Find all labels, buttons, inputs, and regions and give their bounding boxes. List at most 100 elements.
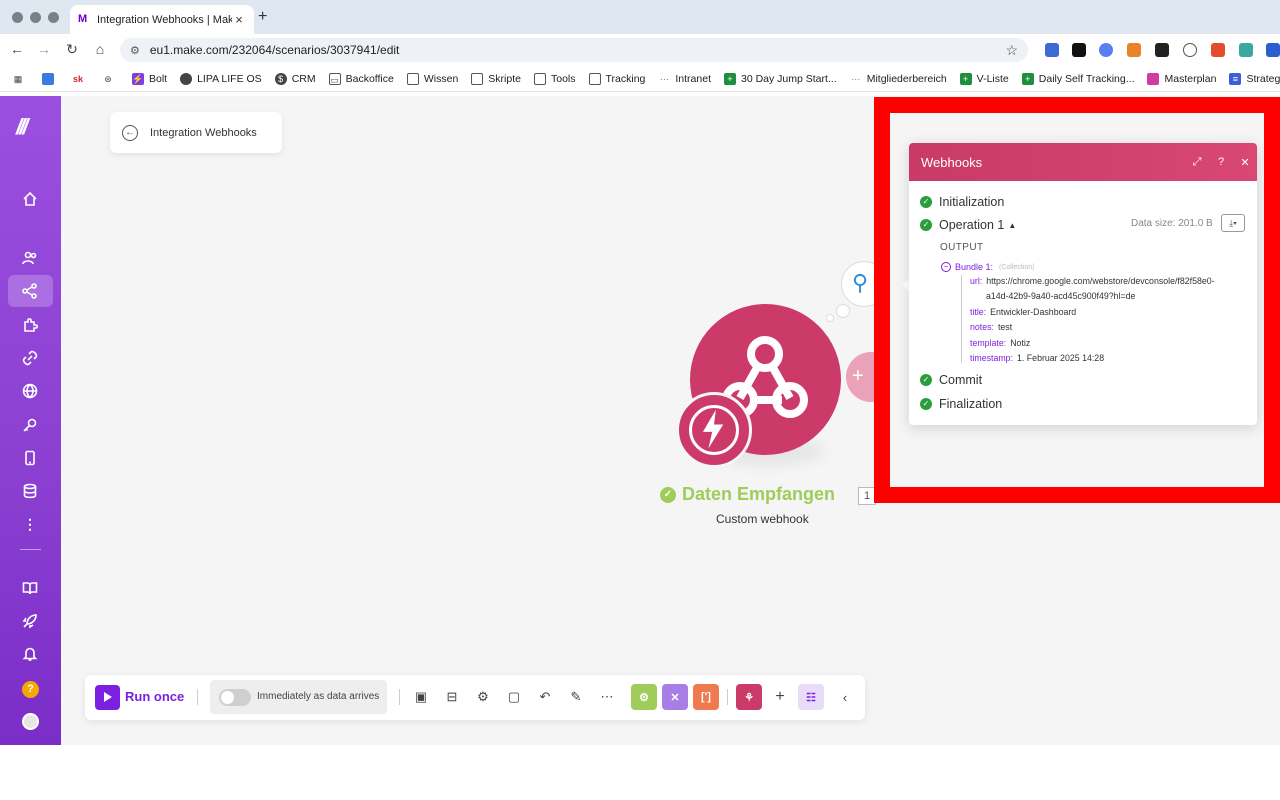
note-icon[interactable]: ▢ — [504, 687, 524, 707]
field-timestamp: timestamp: 1. Februar 2025 14:28 — [970, 353, 1105, 363]
run-once-button[interactable] — [95, 685, 120, 710]
extension-icon[interactable] — [1072, 43, 1086, 57]
toolbar-divider — [399, 689, 400, 705]
scenario-back-button[interactable]: ← Integration Webhooks — [110, 112, 282, 153]
rocket-icon[interactable] — [19, 610, 41, 632]
tab-close-icon[interactable]: × — [232, 12, 246, 27]
text-parser-button[interactable]: ['] — [693, 684, 719, 710]
bookmark-wissen[interactable]: Wissen — [406, 72, 458, 85]
more-options-icon[interactable]: ⋯ — [597, 687, 617, 707]
bookmark-lipa[interactable]: LIPA LIFE OS — [180, 72, 262, 85]
check-circle-icon: ✓ — [920, 374, 932, 386]
scenario-name: Integration Webhooks — [150, 126, 257, 139]
magic-wand-icon[interactable]: ✎ — [566, 687, 586, 707]
help-panel-icon[interactable]: ? — [1209, 156, 1233, 168]
more-icon[interactable]: ⋮ — [19, 513, 41, 535]
close-window-icon[interactable] — [12, 12, 23, 23]
bookmark-star-icon[interactable]: ☆ — [1005, 42, 1018, 59]
bookmark-favicon[interactable] — [42, 72, 59, 85]
book-icon[interactable] — [19, 577, 41, 599]
reload-icon[interactable]: ↻ — [63, 41, 81, 58]
flow-control-button[interactable]: ✕ — [662, 684, 688, 710]
bookmarks-bar: ▦ sk ⊛ ⚡ Bolt LIPA LIFE OS $ CRM ▭ Backoffi… — [0, 66, 1280, 92]
key-icon[interactable] — [19, 414, 41, 436]
collapse-icon: − — [941, 262, 951, 272]
bookmark-v-liste[interactable]: + V-Liste — [959, 72, 1009, 85]
check-circle-icon: ✓ — [920, 219, 932, 231]
save-icon[interactable]: ▣ — [411, 687, 431, 707]
scenario-toolbar: Run once Immediately as data arrives ▣ ⊟… — [85, 675, 865, 720]
execution-output-panel: Webhooks ⤢ ? ✕ ✓ Initialization ✓ Operat… — [909, 143, 1257, 425]
browser-tab-active[interactable]: M Integration Webhooks | Make × — [70, 5, 254, 34]
make-logo-icon[interactable]: /// — [16, 114, 28, 140]
browser-toolbar: ← → ↻ ⌂ ⚙ eu1.make.com/232064/scenarios/… — [0, 34, 1280, 66]
bookmark-mitglieder[interactable]: ⋯ Mitgliederbereich — [850, 73, 946, 85]
help-icon[interactable]: ? — [22, 681, 39, 698]
maximize-window-icon[interactable] — [48, 12, 59, 23]
bookmark-daily-tracking[interactable]: + Daily Self Tracking... — [1021, 72, 1134, 85]
share-icon[interactable] — [19, 280, 41, 302]
search-icon: ⚲ — [852, 270, 869, 295]
team-icon[interactable] — [19, 247, 41, 269]
link-icon[interactable] — [19, 347, 41, 369]
run-once-label[interactable]: Run once — [125, 689, 184, 704]
download-output-button[interactable]: ⤓▾ — [1221, 214, 1245, 232]
back-icon[interactable]: ← — [8, 41, 26, 57]
checklist-icon[interactable]: ☷ — [798, 684, 824, 710]
bookmark-intranet[interactable]: ⋯ Intranet — [658, 73, 711, 85]
phase-operation[interactable]: ✓ Operation 1 ▲ — [920, 218, 1016, 232]
module-title[interactable]: ✓ Daten Empfangen — [660, 484, 835, 505]
extension-icon[interactable] — [1155, 43, 1169, 57]
phase-initialization[interactable]: ✓ Initialization — [920, 195, 1004, 209]
bundle-toggle[interactable]: − Bundle 1: (Collection) — [941, 262, 1034, 272]
bookmark-backoffice[interactable]: ▭ Backoffice — [328, 72, 394, 85]
home-icon[interactable] — [19, 188, 41, 210]
forward-icon[interactable]: → — [35, 41, 53, 57]
expand-icon[interactable]: ⤢ — [1185, 156, 1209, 169]
avatar[interactable] — [22, 713, 39, 730]
bookmark-masterplan[interactable]: Masterplan — [1147, 72, 1216, 85]
instant-trigger-badge — [676, 392, 752, 468]
extension-icon[interactable] — [1211, 43, 1225, 57]
bookmark-crm[interactable]: $ CRM — [274, 72, 316, 85]
schedule-toggle[interactable] — [219, 689, 251, 706]
minimize-window-icon[interactable] — [30, 12, 41, 23]
database-icon[interactable] — [19, 480, 41, 502]
bookmark-favicon[interactable]: sk — [72, 73, 89, 85]
extension-icon[interactable] — [1099, 43, 1113, 57]
collapse-chevron-icon[interactable]: ‹ — [835, 687, 855, 707]
extension-icon[interactable] — [1183, 43, 1197, 57]
sidebar: /// ⋮ ? — [0, 96, 61, 745]
webhooks-favorite-button[interactable]: ⚘ — [736, 684, 762, 710]
bookmark-strategie[interactable]: ≡Strategie + M — [1229, 72, 1280, 85]
bookmark-skripte[interactable]: Skripte — [471, 72, 521, 85]
globe-icon[interactable] — [19, 380, 41, 402]
mobile-icon[interactable] — [19, 447, 41, 469]
address-bar[interactable]: ⚙ eu1.make.com/232064/scenarios/3037941/… — [120, 38, 1028, 62]
bookmark-tracking[interactable]: Tracking — [588, 72, 645, 85]
bell-icon[interactable] — [19, 643, 41, 665]
extension-icon[interactable] — [1239, 43, 1253, 57]
bookmark-favicon[interactable]: ⊛ — [102, 73, 119, 85]
close-icon[interactable]: ✕ — [1233, 156, 1257, 169]
gear-icon[interactable]: ⚙ — [473, 687, 493, 707]
extension-icon[interactable] — [1045, 43, 1059, 57]
data-size: Data size: 201.0 B — [1131, 218, 1213, 229]
extension-icon[interactable] — [1266, 43, 1280, 57]
extension-icon[interactable] — [1127, 43, 1141, 57]
schedule-label: Immediately as data arrives — [257, 691, 380, 702]
bookmark-bolt[interactable]: ⚡ Bolt — [132, 72, 167, 85]
undo-icon[interactable]: ↶ — [535, 687, 555, 707]
tools-module-button[interactable]: ⚙ — [631, 684, 657, 710]
table-icon[interactable]: ⊟ — [442, 687, 462, 707]
phase-commit[interactable]: ✓ Commit — [920, 373, 982, 387]
add-favorite-icon[interactable]: + — [770, 687, 790, 707]
site-info-icon[interactable]: ⚙ — [130, 44, 140, 57]
apps-icon[interactable]: ▦ — [12, 73, 29, 85]
phase-finalization[interactable]: ✓ Finalization — [920, 397, 1002, 411]
bookmark-tools[interactable]: Tools — [533, 72, 576, 85]
home-browser-icon[interactable]: ⌂ — [91, 41, 109, 57]
new-tab-icon[interactable]: + — [258, 8, 267, 26]
bookmark-30-day[interactable]: +30 Day Jump Start... — [723, 72, 837, 85]
puzzle-icon[interactable] — [19, 314, 41, 336]
